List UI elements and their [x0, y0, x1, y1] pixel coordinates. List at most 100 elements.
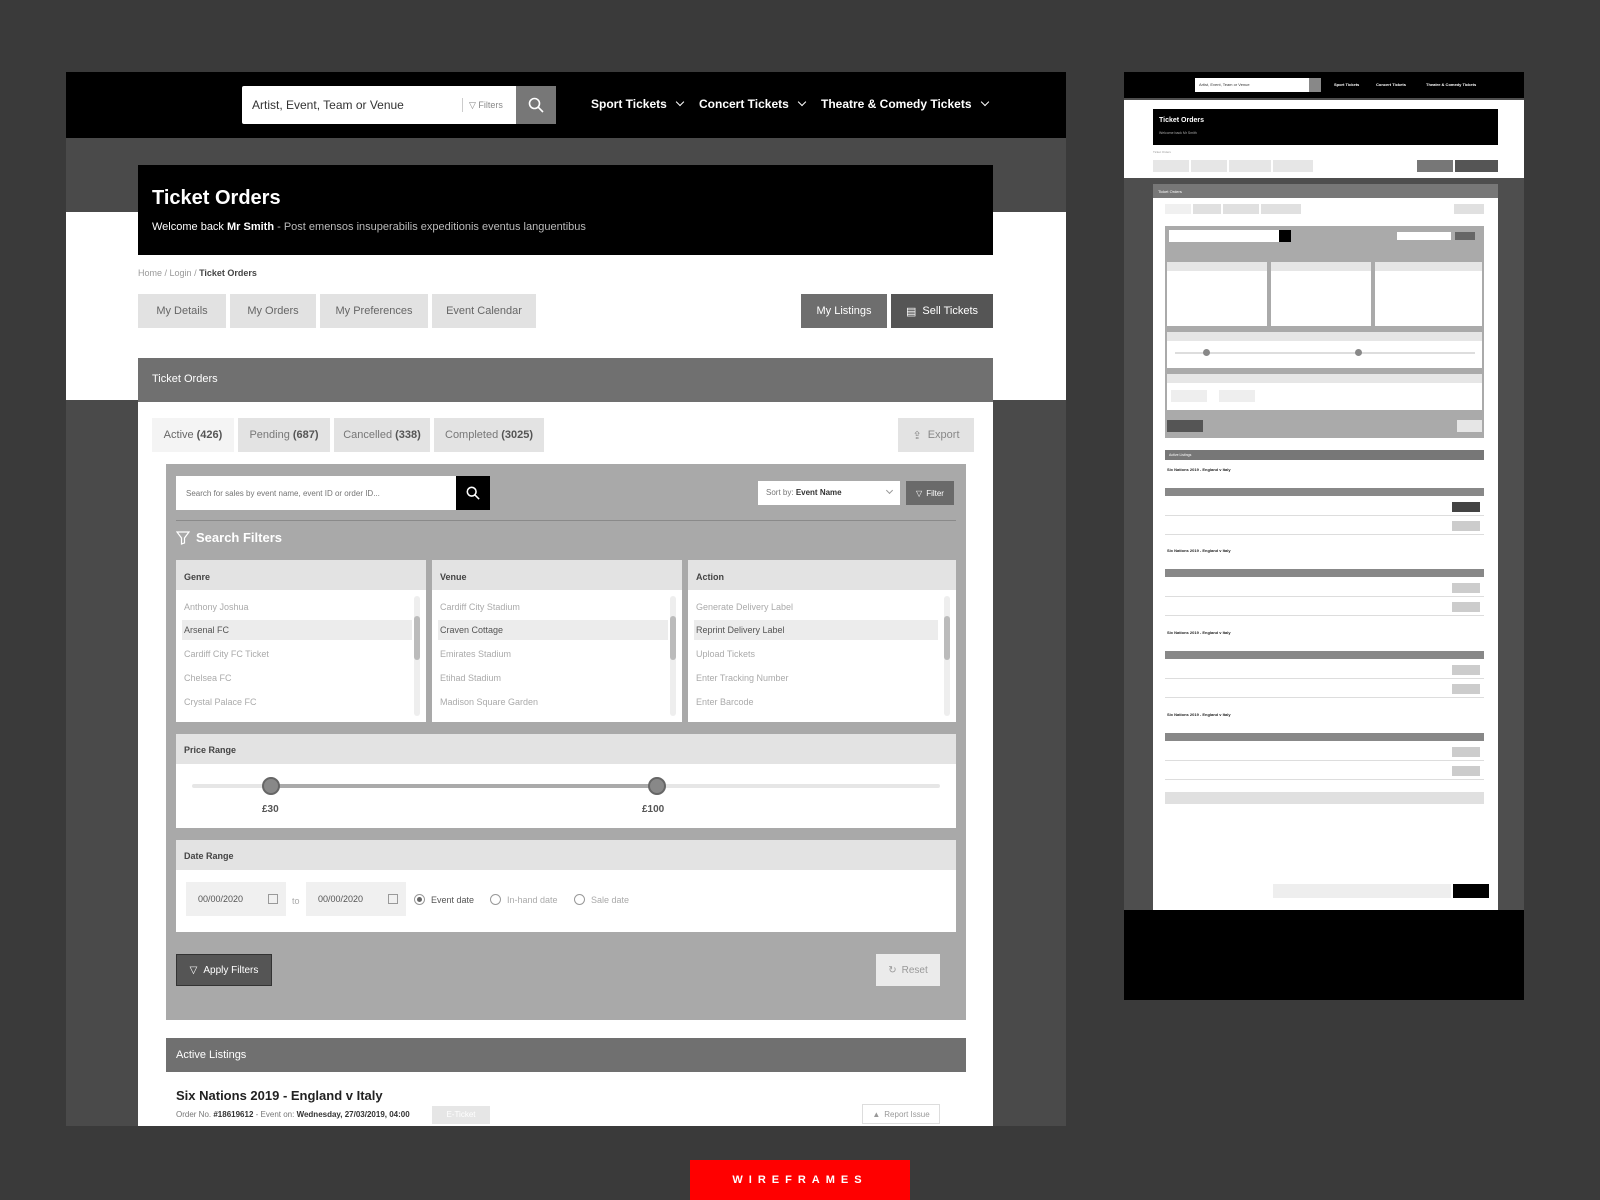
full-page-thumbnail: Artist, Event, Team or Venue Sport Ticke…	[1124, 72, 1524, 1000]
venue-option[interactable]: Madison Square Garden	[440, 697, 538, 707]
eticket-label: E-Ticket	[446, 1110, 476, 1119]
action-option[interactable]: Generate Delivery Label	[696, 602, 793, 612]
thumb-search: Artist, Event, Team or Venue	[1195, 78, 1321, 92]
genre-option[interactable]: Cardiff City FC Ticket	[184, 649, 269, 659]
scrollbar-thumb[interactable]	[414, 616, 420, 660]
reset-button[interactable]: ↻ Reset	[876, 954, 940, 986]
export-icon: ⇪	[912, 429, 922, 442]
tab-event-calendar[interactable]: Event Calendar	[432, 294, 536, 328]
thumb-hero-title: Ticket Orders	[1159, 117, 1205, 124]
action-option[interactable]: Upload Tickets	[696, 649, 755, 659]
genre-option-selected[interactable]: Arsenal FC	[182, 620, 412, 640]
calendar-icon[interactable]	[268, 894, 278, 904]
scrollbar-thumb[interactable]	[670, 616, 676, 660]
venue-option-selected[interactable]: Craven Cottage	[438, 620, 668, 640]
thumb-reset-button	[1457, 420, 1482, 432]
site-search-button[interactable]	[516, 86, 556, 124]
thumb-filter-button	[1455, 232, 1475, 240]
radio-sale-date[interactable]: Sale date	[574, 894, 629, 905]
tab-cancelled-orders[interactable]: Cancelled (338)	[334, 418, 430, 452]
thumb-footer	[1124, 910, 1524, 1000]
tab-completed-orders[interactable]: Completed (3025)	[434, 418, 544, 452]
tab-my-details-label: My Details	[156, 305, 208, 317]
radio-unselected[interactable]	[490, 894, 501, 905]
sales-search-input[interactable]	[176, 476, 456, 510]
export-button[interactable]: ⇪ Export	[898, 418, 974, 452]
thumb-row-button	[1452, 684, 1480, 694]
thumb-panel-header	[1167, 374, 1482, 383]
apply-filters-button[interactable]: ▽ Apply Filters	[176, 954, 272, 986]
thumb-table-row	[1165, 661, 1484, 679]
nav-theatre-comedy-tickets[interactable]: Theatre & Comedy Tickets	[821, 97, 989, 111]
search-filters-toggle[interactable]: ▽ Filters	[462, 98, 503, 112]
thumb-table-header	[1165, 651, 1484, 659]
action-option[interactable]: Enter Tracking Number	[696, 673, 789, 683]
tab-completed-label: Completed	[445, 429, 499, 441]
funnel-icon	[176, 530, 190, 545]
genre-scrollbar[interactable]	[414, 596, 420, 716]
thumb-table-row	[1165, 743, 1484, 761]
venue-scrollbar[interactable]	[670, 596, 676, 716]
date-to-input[interactable]: 00/00/2020	[306, 882, 406, 916]
welcome-message: Welcome back Mr Smith - Post emensos ins…	[152, 221, 586, 233]
tab-pending-orders[interactable]: Pending (687)	[238, 418, 330, 452]
thumb-panel-header	[1375, 262, 1482, 271]
thumb-listing-title: Six Nations 2019 - England v Italy	[1167, 467, 1231, 472]
radio-in-hand-date[interactable]: In-hand date	[490, 894, 558, 905]
tab-active-orders[interactable]: Active (426)	[152, 418, 234, 452]
thumb-row-button	[1452, 521, 1480, 531]
price-max-handle[interactable]	[648, 777, 666, 795]
radio-selected[interactable]	[414, 894, 425, 905]
my-listings-label: My Listings	[816, 305, 872, 317]
thumb-search-field	[1169, 230, 1279, 242]
sort-select[interactable]: Sort by: Event Name	[758, 481, 900, 505]
radio-event-date[interactable]: Event date	[414, 894, 474, 905]
nav-concert-tickets[interactable]: Concert Tickets	[699, 97, 807, 111]
main-wireframe: ▽ Filters Sport Tickets Concert Tickets …	[66, 72, 1066, 1126]
genre-option[interactable]: Anthony Joshua	[184, 602, 249, 612]
thumb-tab	[1273, 160, 1313, 172]
thumb-date-panel	[1167, 374, 1482, 410]
genre-option[interactable]: Crystal Palace FC	[184, 697, 257, 707]
ticket-orders-card: Ticket Orders Active (426) Pending (687) C…	[138, 358, 993, 1126]
sell-tickets-button[interactable]: ▤ Sell Tickets	[891, 294, 993, 328]
thumb-tab	[1455, 160, 1498, 172]
scrollbar-thumb[interactable]	[944, 616, 950, 660]
price-range-header: Price Range	[176, 734, 956, 764]
tab-my-orders[interactable]: My Orders	[230, 294, 316, 328]
sales-search-button[interactable]	[456, 476, 490, 510]
radio-unselected[interactable]	[574, 894, 585, 905]
thumb-tab	[1153, 160, 1189, 172]
tab-my-details[interactable]: My Details	[138, 294, 226, 328]
breadcrumb: Home / Login / Ticket Orders	[138, 268, 257, 278]
action-option[interactable]: Enter Barcode	[696, 697, 754, 707]
report-issue-button[interactable]: ▲ Report Issue	[862, 1104, 940, 1124]
site-search-input[interactable]	[242, 86, 460, 124]
action-scrollbar[interactable]	[944, 596, 950, 716]
radio-sale-date-label: Sale date	[591, 894, 630, 905]
action-option-selected[interactable]: Reprint Delivery Label	[694, 620, 938, 640]
thumb-table-row	[1165, 762, 1484, 780]
breadcrumb-home[interactable]: Home	[138, 268, 162, 278]
filter-button[interactable]: ▽ Filter	[906, 481, 954, 505]
page-title: Ticket Orders	[152, 187, 281, 209]
calendar-icon[interactable]	[388, 894, 398, 904]
breadcrumb-login[interactable]: Login	[170, 268, 192, 278]
genre-option[interactable]: Chelsea FC	[184, 673, 232, 683]
reset-label: Reset	[901, 964, 928, 976]
venue-option[interactable]: Emirates Stadium	[440, 649, 511, 659]
tab-pending-count: (687)	[292, 429, 319, 441]
venue-option[interactable]: Etihad Stadium	[440, 673, 501, 683]
date-from-input[interactable]: 00/00/2020	[186, 882, 286, 916]
tab-my-preferences[interactable]: My Preferences	[320, 294, 428, 328]
hero-banner: Ticket Orders Welcome back Mr Smith - Po…	[138, 165, 993, 255]
chevron-down-icon	[980, 97, 989, 107]
search-filters-title: Search Filters	[196, 530, 282, 545]
event-date: Wednesday, 27/03/2019, 04:00	[296, 1110, 410, 1119]
warning-icon: ▲	[872, 1109, 881, 1119]
my-listings-button[interactable]: My Listings	[801, 294, 887, 328]
wireframes-badge: WIREFRAMES	[690, 1160, 910, 1200]
nav-sport-tickets[interactable]: Sport Tickets	[591, 97, 685, 111]
venue-option[interactable]: Cardiff City Stadium	[440, 602, 520, 612]
price-min-handle[interactable]	[262, 777, 280, 795]
